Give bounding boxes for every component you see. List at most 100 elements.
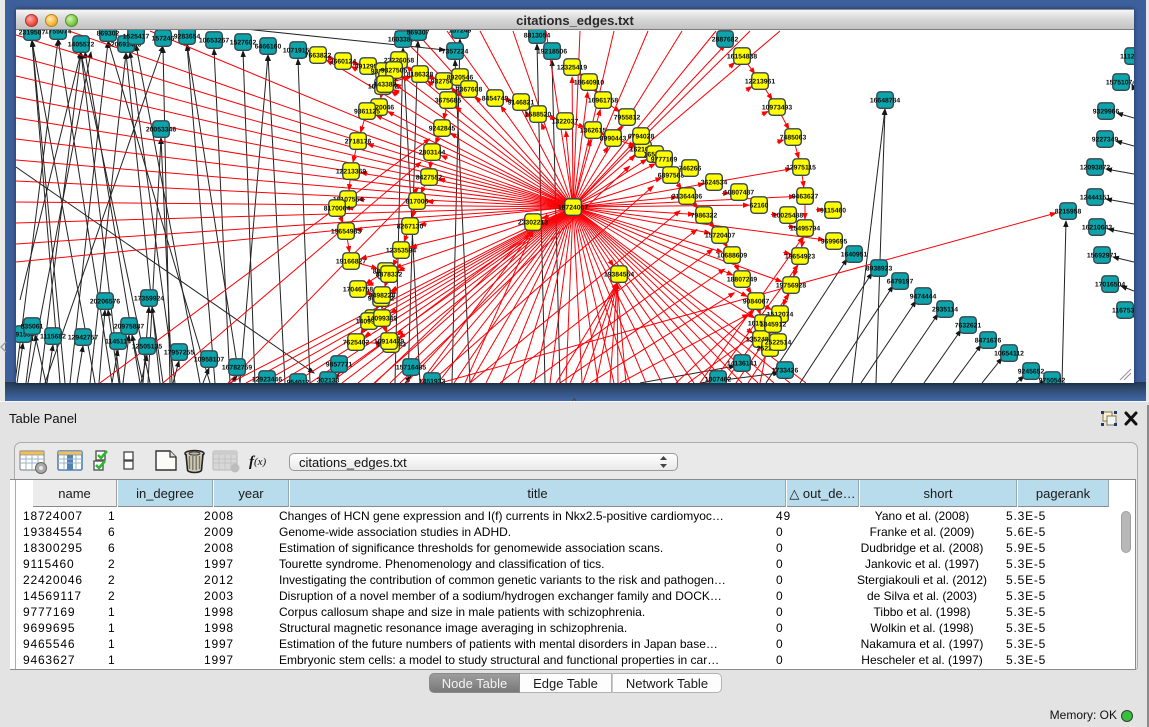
svg-text:7632621: 7632621 — [955, 323, 982, 330]
svg-text:12444151: 12444151 — [1080, 195, 1110, 202]
svg-text:23302213: 23302213 — [518, 220, 548, 227]
svg-text:19218506: 19218506 — [537, 49, 567, 56]
svg-text:10654112: 10654112 — [994, 351, 1024, 358]
svg-text:1115682: 1115682 — [40, 334, 66, 341]
svg-text:7986322: 7986322 — [691, 213, 718, 220]
svg-text:18640910: 18640910 — [574, 80, 604, 87]
svg-text:18724007: 18724007 — [558, 205, 588, 212]
svg-text:8813054: 8813054 — [524, 33, 551, 40]
svg-text:8186328: 8186328 — [407, 72, 434, 79]
svg-text:16210643: 16210643 — [1082, 225, 1112, 232]
svg-text:12213369: 12213369 — [336, 169, 366, 176]
svg-text:835061: 835061 — [21, 324, 44, 331]
svg-text:8471676: 8471676 — [975, 338, 1002, 345]
svg-text:9699695: 9699695 — [821, 239, 848, 246]
svg-text:9498228: 9498228 — [369, 293, 396, 300]
svg-text:6479197: 6479197 — [887, 279, 914, 286]
svg-text:12975115: 12975115 — [786, 165, 816, 172]
svg-text:1362615: 1362615 — [580, 128, 607, 135]
svg-text:10958107: 10958107 — [194, 357, 224, 364]
svg-text:10025488: 10025488 — [773, 213, 803, 220]
svg-text:19654923: 19654923 — [785, 254, 815, 261]
svg-text:1525417: 1525417 — [123, 34, 150, 41]
svg-text:1755074: 1755074 — [45, 30, 72, 36]
svg-text:12353594: 12353594 — [386, 248, 416, 255]
svg-text:9361125: 9361125 — [354, 109, 380, 116]
svg-text:143382: 143382 — [374, 82, 397, 89]
svg-text:9227349: 9227349 — [1092, 137, 1119, 144]
svg-text:7663822: 7663822 — [305, 53, 332, 60]
svg-text:1405572: 1405572 — [68, 42, 95, 49]
svg-text:15716485: 15716485 — [396, 365, 426, 372]
svg-text:2522514: 2522514 — [765, 340, 792, 347]
svg-text:20975887: 20975887 — [114, 324, 144, 331]
svg-text:12505135: 12505135 — [132, 344, 162, 351]
svg-text:1451933: 1451933 — [419, 379, 446, 384]
svg-text:9327505: 9327505 — [381, 68, 408, 75]
svg-text:10807487: 10807487 — [724, 190, 754, 197]
svg-text:7485063: 7485063 — [780, 135, 807, 142]
svg-text:9750542: 9750542 — [1039, 378, 1066, 384]
svg-text:1322037: 1322037 — [552, 119, 579, 126]
svg-text:9245652: 9245652 — [1018, 369, 1045, 376]
svg-text:2718176: 2718176 — [345, 139, 372, 146]
svg-text:15751074: 15751074 — [1106, 80, 1134, 87]
svg-text:1112936: 1112936 — [1120, 54, 1134, 61]
svg-text:12325419: 12325419 — [557, 65, 587, 72]
svg-text:157246: 157246 — [152, 36, 175, 43]
svg-text:7625402: 7625402 — [343, 340, 370, 347]
svg-text:16154838: 16154838 — [727, 54, 757, 61]
svg-text:954012: 954012 — [287, 380, 310, 384]
svg-text:2803144: 2803144 — [419, 150, 446, 157]
svg-text:6897568: 6897568 — [658, 173, 685, 180]
svg-text:16782759: 16782759 — [222, 365, 252, 372]
svg-text:12942757: 12942757 — [68, 335, 98, 342]
svg-text:6794028: 6794028 — [628, 134, 655, 141]
svg-text:7357224: 7357224 — [442, 49, 469, 56]
svg-text:8938923: 8938923 — [866, 266, 893, 273]
svg-text:869302: 869302 — [97, 31, 120, 38]
svg-text:9777169: 9777169 — [651, 157, 678, 164]
svg-text:12923446: 12923446 — [252, 377, 282, 384]
svg-text:9283654: 9283654 — [174, 34, 201, 41]
svg-text:16914479: 16914479 — [374, 339, 404, 346]
svg-text:2319507: 2319507 — [19, 30, 46, 37]
svg-text:17957255: 17957255 — [164, 350, 194, 357]
svg-text:8170064: 8170064 — [324, 206, 351, 213]
svg-text:1640951: 1640951 — [841, 252, 868, 259]
svg-text:16961758: 16961758 — [588, 98, 618, 105]
svg-text:20206576: 20206576 — [90, 299, 120, 306]
svg-text:869307: 869307 — [407, 30, 430, 37]
svg-text:3624534: 3624534 — [701, 180, 728, 187]
svg-text:(x): (x) — [254, 456, 267, 468]
svg-text:1845912: 1845912 — [760, 322, 787, 329]
svg-text:9084067: 9084067 — [743, 299, 770, 306]
svg-text:18807249: 18807249 — [727, 277, 757, 284]
svg-text:9474444: 9474444 — [910, 294, 937, 301]
svg-text:14136141: 14136141 — [727, 361, 757, 368]
svg-text:2935114: 2935114 — [932, 307, 958, 314]
svg-text:21364436: 21364436 — [672, 194, 702, 201]
svg-text:12213961: 12213961 — [745, 79, 775, 86]
svg-text:9857771: 9857771 — [326, 362, 353, 369]
svg-text:6466160: 6466160 — [255, 44, 282, 51]
svg-text:8990443: 8990443 — [600, 136, 627, 143]
svg-text:1588520: 1588520 — [525, 112, 552, 119]
svg-text:8878332: 8878332 — [376, 272, 403, 279]
svg-text:1733426: 1733426 — [772, 368, 799, 375]
svg-text:10653267: 10653267 — [199, 38, 229, 45]
svg-text:8454749: 8454749 — [482, 96, 509, 103]
svg-text:3660124: 3660124 — [330, 59, 357, 66]
svg-text:7955812: 7955812 — [614, 115, 641, 122]
svg-text:2367608: 2367608 — [456, 87, 483, 94]
svg-text:19384554: 19384554 — [604, 272, 634, 279]
svg-text:302133: 302133 — [317, 378, 340, 384]
svg-text:15720407: 15720407 — [705, 233, 735, 240]
svg-text:9329966: 9329966 — [1093, 109, 1120, 116]
svg-text:1527602: 1527602 — [230, 40, 257, 47]
svg-text:17016504: 17016504 — [1095, 282, 1125, 289]
svg-text:1167533: 1167533 — [1112, 308, 1134, 315]
svg-text:2887682: 2887682 — [712, 37, 739, 44]
svg-text:8215958: 8215958 — [1055, 209, 1082, 216]
svg-text:1145114: 1145114 — [105, 339, 131, 346]
